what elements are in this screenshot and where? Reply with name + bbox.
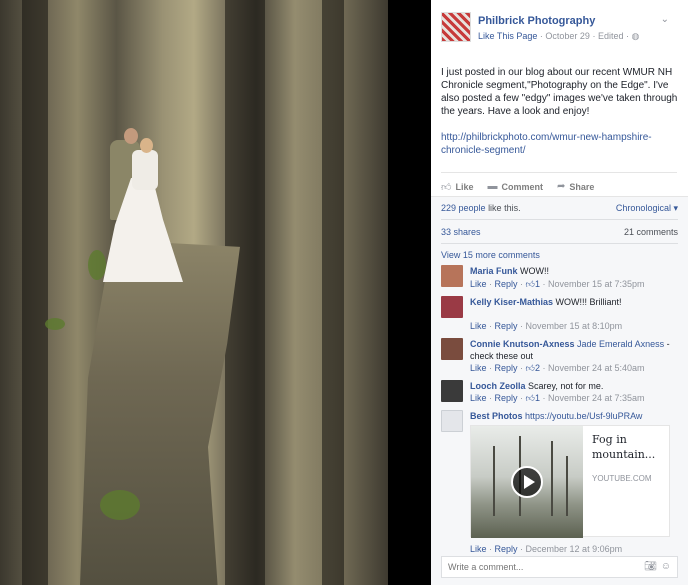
comment-like-link[interactable]: Like [470, 393, 487, 403]
like-button[interactable]: 👍︎ Like [441, 179, 473, 194]
groom-head [124, 128, 138, 144]
comment-composer[interactable]: 📷︎ ☺ [441, 556, 678, 578]
thumbs-up-icon[interactable]: 👍︎ [526, 363, 535, 373]
post-date[interactable]: October 29 [545, 31, 590, 41]
comment-time[interactable]: December 12 at 9:06pm [526, 544, 623, 554]
comment-item: Maria Funk WOW!! Like · Reply · 👍︎1 · No… [441, 265, 678, 293]
comment-reply-link[interactable]: Reply [495, 279, 518, 289]
comment-time[interactable]: November 15 at 7:35pm [548, 279, 645, 289]
comment-item: Looch Zeolla Scarey, not for me. Like · … [441, 380, 678, 408]
comment-reply-link[interactable]: Reply [495, 363, 518, 373]
commenter-name[interactable]: Kelly Kiser-Mathias [470, 297, 553, 307]
comment-time[interactable]: November 15 at 8:10pm [526, 321, 623, 331]
view-more-comments[interactable]: View 15 more comments [441, 250, 678, 260]
post-meta: Like This Page · October 29 · Edited · ◍ [478, 31, 640, 41]
comments-count[interactable]: 21 comments [624, 227, 678, 237]
comment-actions: Like · Reply · 👍︎1 · November 24 at 7:35… [470, 393, 645, 403]
comment-input[interactable] [442, 557, 632, 577]
shares-link[interactable]: 33 shares [441, 227, 481, 237]
globe-icon: ◍ [631, 31, 640, 41]
comment-reply-link[interactable]: Reply [495, 393, 518, 403]
page-name[interactable]: Philbrick Photography [478, 15, 595, 27]
avatar[interactable] [441, 338, 463, 360]
comment-time[interactable]: November 24 at 7:35am [548, 393, 645, 403]
moss [45, 318, 65, 330]
rock-ledge [80, 240, 240, 585]
comment-reply-link[interactable]: Reply [495, 321, 518, 331]
avatar[interactable] [441, 296, 463, 318]
avatar[interactable] [441, 265, 463, 287]
comment-like-link[interactable]: Like [470, 544, 487, 554]
comment-button[interactable]: ▬ Comment [487, 179, 543, 194]
chevron-down-icon[interactable]: ⌄ [661, 14, 669, 25]
bride-head [140, 138, 153, 153]
comment-actions: Like · Reply · November 15 at 8:10pm [470, 321, 623, 331]
rock-shadow [322, 0, 344, 585]
comment-item: Connie Knutson-Axness Jade Emerald Axnes… [441, 338, 678, 376]
post-link[interactable]: http://philbrickphoto.com/wmur-new-hamps… [441, 131, 679, 157]
video-preview[interactable]: Fog in mountain... YOUTUBE.COM [470, 425, 670, 538]
video-domain: YOUTUBE.COM [592, 474, 652, 483]
play-icon[interactable] [511, 466, 543, 498]
emoji-icon[interactable]: ☺ [661, 561, 671, 572]
facebook-photo-viewer: Philbrick Photography Like This Page · O… [0, 0, 688, 585]
commenter-name[interactable]: Best Photos [470, 411, 523, 421]
comment-icon: ▬ [487, 181, 498, 192]
rock-shadow [22, 0, 48, 585]
like-page-link[interactable]: Like This Page [478, 31, 537, 41]
avatar[interactable] [441, 380, 463, 402]
moss [100, 490, 140, 520]
video-thumbnail[interactable] [471, 426, 583, 538]
comment-actions: Like · Reply · 👍︎2 · November 24 at 5:40… [470, 363, 645, 373]
comment-actions: Like · Reply · 👍︎1 · November 15 at 7:35… [470, 279, 645, 289]
camera-icon[interactable]: 📷︎ [644, 561, 657, 572]
comment-like-link[interactable]: Like [470, 279, 487, 289]
post-header: Philbrick Photography Like This Page · O… [441, 12, 681, 48]
mention-link[interactable]: Jade Emerald Axness [577, 339, 664, 349]
comment-item: Kelly Kiser-Mathias WOW!!! Brilliant! Li… [441, 296, 678, 334]
share-icon: ➦ [556, 181, 566, 192]
sort-dropdown[interactable]: Chronological ▾ [616, 203, 678, 214]
commenter-name[interactable]: Looch Zeolla [470, 381, 526, 391]
page-avatar[interactable] [441, 12, 471, 42]
likes-summary: 229 people like this. Chronological ▾ [441, 203, 678, 213]
post-actions: 👍︎ Like ▬ Comment ➦ Share [441, 172, 677, 194]
comment-time[interactable]: November 24 at 5:40am [548, 363, 645, 373]
share-summary: 33 shares 21 comments [441, 227, 678, 237]
post-panel: Philbrick Photography Like This Page · O… [431, 0, 688, 585]
post-text: I just posted in our blog about our rece… [441, 67, 678, 117]
comment-text: WOW!! [520, 266, 550, 276]
thumbs-up-icon[interactable]: 👍︎ [526, 279, 535, 289]
commenter-name[interactable]: Connie Knutson-Axness [470, 339, 575, 349]
thumbs-up-icon: 👍︎ [441, 181, 452, 193]
video-title[interactable]: Fog in mountain... [592, 432, 666, 462]
divider [441, 219, 678, 220]
avatar[interactable] [441, 410, 463, 432]
wedding-cliff-photo[interactable] [0, 0, 388, 585]
comment-text: Scarey, not for me. [528, 381, 604, 391]
likes-count[interactable]: 229 people [441, 203, 486, 213]
commenter-name[interactable]: Maria Funk [470, 266, 518, 276]
comment-like-link[interactable]: Like [470, 363, 487, 373]
comment-actions: Like · Reply · December 12 at 9:06pm [470, 544, 623, 554]
share-button[interactable]: ➦ Share [557, 179, 594, 194]
comment-text: WOW!!! Brilliant! [555, 297, 622, 307]
bride-bodice [132, 150, 158, 190]
edited-label[interactable]: Edited [598, 31, 624, 41]
moss [88, 250, 106, 280]
comment-link[interactable]: https://youtu.be/Usf-9luPRAw [525, 411, 642, 421]
thumbs-up-icon[interactable]: 👍︎ [526, 393, 535, 403]
comment-reply-link[interactable]: Reply [495, 544, 518, 554]
divider [441, 243, 678, 244]
comment-like-link[interactable]: Like [470, 321, 487, 331]
